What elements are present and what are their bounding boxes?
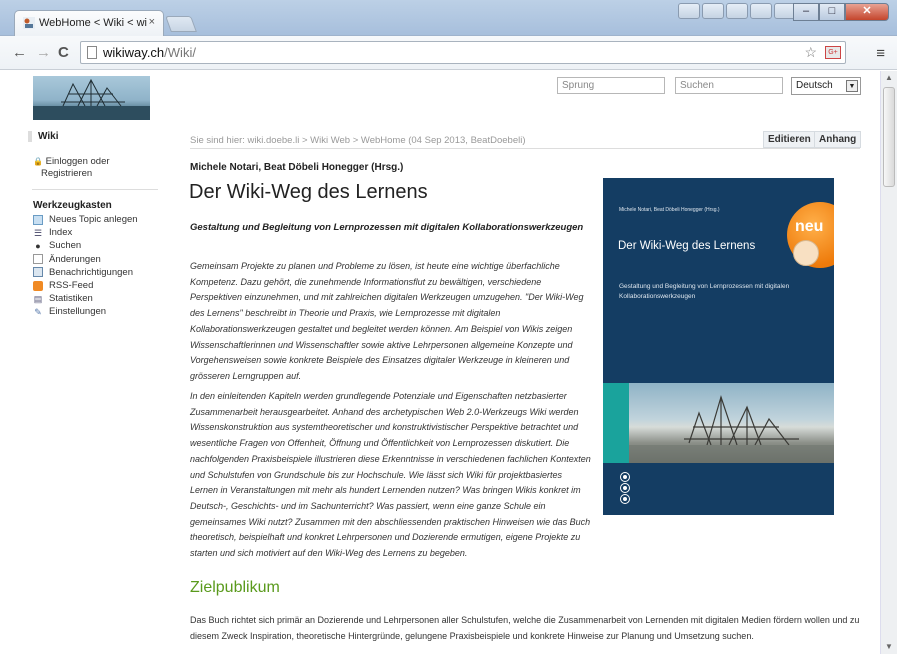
cover-authors: Michele Notari, Beat Döbeli Honegger (Hr… — [619, 207, 720, 213]
system-tray-buttons — [678, 3, 796, 21]
sidebar-item-index[interactable]: ☰ Index — [33, 226, 138, 239]
shipwreck-photo — [629, 394, 834, 463]
url-text: wikiway.ch/Wiki/ — [103, 45, 196, 60]
lock-icon: 🔒 — [33, 157, 43, 166]
book-authors: Michele Notari, Beat Döbeli Honegger (Hr… — [190, 162, 404, 173]
favicon-icon — [23, 17, 35, 29]
header-divider — [190, 148, 860, 149]
new-topic-icon — [33, 214, 43, 225]
description-paragraph: In den einleitenden Kapiteln werden grun… — [190, 391, 591, 559]
menu-icon[interactable]: ≡ — [876, 45, 885, 62]
forward-arrow-icon[interactable]: → — [36, 44, 51, 61]
rss-icon — [33, 280, 43, 291]
reload-icon[interactable]: C — [58, 44, 69, 61]
tab-title: WebHome < Wiki < wiki.c — [39, 17, 147, 29]
cover-photo — [629, 383, 834, 463]
publisher-logo — [621, 473, 629, 506]
badge-fold — [793, 240, 819, 266]
search-icon: ● — [35, 240, 41, 251]
sidebar-item-notifications[interactable]: Benachrichtigungen — [33, 266, 138, 279]
settings-icon: ✎ — [34, 306, 42, 317]
back-arrow-icon[interactable]: ← — [12, 44, 27, 61]
page-title: Der Wiki-Weg des Lernens — [189, 181, 428, 203]
search-input[interactable]: Suchen — [675, 77, 783, 94]
sidebar-wiki-label[interactable]: Wiki — [28, 131, 163, 142]
extension-icon[interactable]: G+ — [825, 46, 841, 59]
address-bar[interactable]: wikiway.ch/Wiki/ ☆ G+ — [80, 41, 846, 64]
minimize-button[interactable]: – — [793, 3, 819, 21]
new-tab-button[interactable] — [165, 16, 197, 32]
sidebar-item-statistics[interactable]: ▤ Statistiken — [33, 292, 138, 305]
sidebar-item-rss[interactable]: RSS-Feed — [33, 279, 138, 292]
new-badge-label: neu — [795, 218, 824, 235]
sidebar-item-search[interactable]: ● Suchen — [33, 239, 138, 252]
tray-button[interactable] — [678, 3, 700, 19]
shipwreck-image — [33, 78, 150, 120]
cover-title: Der Wiki-Weg des Lernens — [618, 240, 756, 252]
page-icon — [87, 46, 97, 59]
changes-icon — [33, 254, 43, 265]
jump-input[interactable]: Sprung — [557, 77, 665, 94]
scroll-thumb[interactable] — [883, 87, 895, 187]
audience-paragraph: Das Buch richtet sich primär an Dozieren… — [190, 615, 860, 641]
browser-toolbar: ← → C wikiway.ch/Wiki/ ☆ G+ ≡ — [0, 36, 897, 70]
language-select[interactable]: Deutsch ▼ — [791, 77, 861, 95]
sidebar-item-new-topic[interactable]: Neues Topic anlegen — [33, 213, 138, 226]
breadcrumb[interactable]: Sie sind hier: wiki.doebe.li > Wiki Web … — [190, 135, 526, 146]
site-logo[interactable] — [33, 76, 150, 120]
sidebar-divider — [32, 189, 158, 190]
login-link[interactable]: 🔒 Einloggen oder Registrieren — [33, 156, 110, 180]
cover-accent-bar — [603, 383, 629, 463]
chevron-down-icon[interactable]: ▼ — [846, 80, 858, 92]
scroll-up-icon[interactable]: ▲ — [881, 71, 897, 85]
toolbox-title: Werkzeugkasten — [33, 200, 112, 211]
statistics-icon: ▤ — [33, 293, 43, 304]
page-subtitle: Gestaltung und Begleitung von Lernprozes… — [190, 222, 584, 233]
tray-button[interactable] — [726, 3, 748, 19]
sidebar-item-changes[interactable]: Änderungen — [33, 253, 138, 266]
sidebar-item-settings[interactable]: ✎ Einstellungen — [33, 305, 138, 318]
tray-button[interactable] — [702, 3, 724, 19]
cover-subtitle: Gestaltung und Begleitung von Lernprozes… — [619, 283, 790, 300]
index-icon: ☰ — [33, 227, 43, 238]
language-value: Deutsch — [796, 80, 833, 91]
notifications-icon — [33, 267, 43, 278]
toolbox-list: Neues Topic anlegen ☰ Index ● Suchen Änder… — [33, 213, 138, 319]
window-controls: – □ ✕ — [793, 3, 889, 21]
section-heading: Zielpublikum — [190, 579, 280, 596]
tray-button[interactable] — [750, 3, 772, 19]
attach-button[interactable]: Anhang — [814, 131, 862, 148]
close-window-button[interactable]: ✕ — [845, 3, 889, 21]
browser-tab[interactable]: WebHome < Wiki < wiki.c × — [14, 10, 164, 36]
maximize-button[interactable]: □ — [819, 3, 845, 21]
page-scrollbar[interactable]: ▲ ▼ — [880, 71, 897, 654]
scroll-down-icon[interactable]: ▼ — [881, 640, 897, 654]
intro-paragraph: Gemeinsam Projekte zu planen und Problem… — [190, 261, 584, 381]
bookmark-star-icon[interactable]: ☆ — [804, 44, 817, 61]
edit-button[interactable]: Editieren — [763, 131, 816, 148]
window-titlebar: WebHome < Wiki < wiki.c × – □ ✕ — [0, 0, 897, 36]
book-cover[interactable]: Michele Notari, Beat Döbeli Honegger (Hr… — [603, 178, 834, 515]
tab-close-icon[interactable]: × — [149, 16, 155, 28]
